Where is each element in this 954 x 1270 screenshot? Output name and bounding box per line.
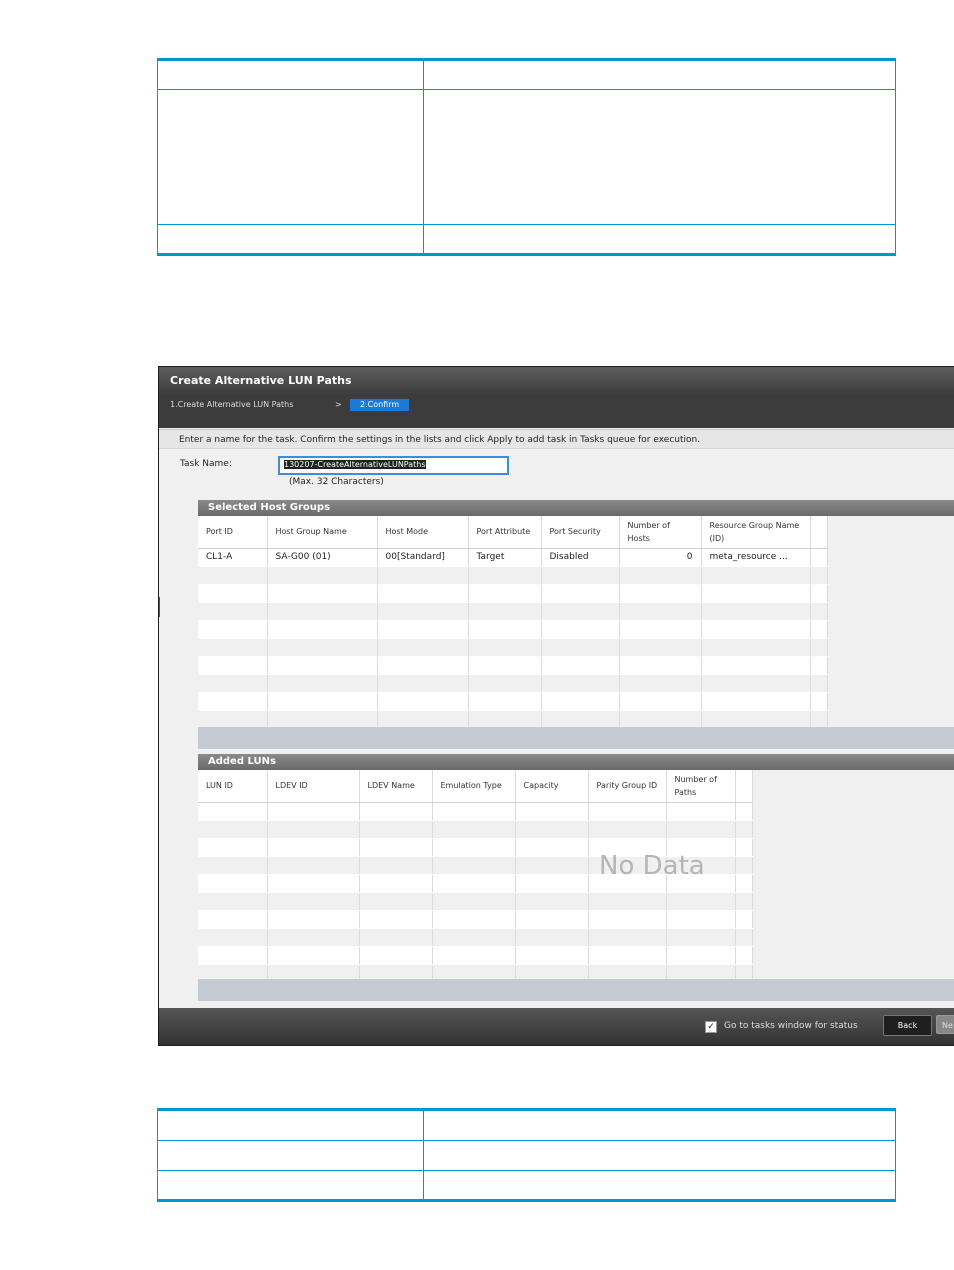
col-resource-group[interactable]: Resource Group Name (ID) [701, 516, 811, 549]
doc-table-cell [423, 1108, 896, 1141]
cell-host-mode: 00[Standard] [377, 548, 469, 567]
table-row [198, 602, 828, 621]
doc-table-bottom [157, 1108, 896, 1202]
wizard-steps: 1.Create Alternative LUN Paths > 2.Confi… [159, 394, 954, 428]
no-data-text: No Data [599, 851, 705, 881]
table-row [198, 820, 753, 839]
col-emulation-type[interactable]: Emulation Type [432, 770, 516, 803]
table-row [198, 946, 753, 965]
col-parity-group-id[interactable]: Parity Group ID [588, 770, 667, 803]
next-button[interactable]: Ne [936, 1015, 954, 1034]
cell-number-of-hosts: 0 [619, 548, 702, 567]
table-row [198, 710, 828, 729]
added-luns-table-footer [198, 979, 954, 1001]
doc-table-cell [157, 224, 424, 256]
col-ldev-name[interactable]: LDEV Name [359, 770, 433, 803]
dialog-title: Create Alternative LUN Paths [159, 367, 954, 394]
table-row [198, 656, 828, 675]
selected-host-groups-table: Port ID Host Group Name Host Mode Port A… [198, 516, 828, 729]
table-row [198, 584, 828, 603]
task-name-hint: (Max. 32 Characters) [289, 477, 384, 487]
col-port-attribute[interactable]: Port Attribute [468, 516, 542, 549]
table-row [198, 566, 828, 585]
col-filler [810, 516, 828, 549]
cell-port-attribute: Target [468, 548, 542, 567]
selected-host-groups-header: Selected Host Groups [198, 500, 954, 516]
goto-tasks-label[interactable]: Go to tasks window for status [724, 1021, 858, 1031]
instruction-text: Enter a name for the task. Confirm the s… [159, 429, 954, 449]
table-row [198, 638, 828, 657]
col-filler [735, 770, 753, 803]
create-alt-lun-paths-dialog: Create Alternative LUN Paths 1.Create Al… [158, 366, 954, 1046]
col-port-security[interactable]: Port Security [541, 516, 620, 549]
wizard-step-separator: > [335, 400, 342, 409]
table-row [198, 674, 828, 693]
task-name-input[interactable]: 130207-CreateAlternativeLUNPaths [278, 456, 509, 475]
doc-table-cell [157, 89, 424, 225]
added-luns-header: Added LUNs [198, 754, 954, 770]
col-capacity[interactable]: Capacity [515, 770, 589, 803]
table-row [198, 802, 753, 821]
doc-table-cell [157, 58, 424, 90]
table-row [198, 910, 753, 929]
task-name-value: 130207-CreateAlternativeLUNPaths [284, 460, 426, 469]
col-number-of-hosts[interactable]: Number of Hosts [619, 516, 702, 549]
doc-table-cell [157, 1170, 424, 1202]
col-lun-id[interactable]: LUN ID [198, 770, 268, 803]
task-name-label: Task Name: [180, 459, 232, 469]
dialog-footer: ✓ Go to tasks window for status Back Ne [159, 1008, 954, 1045]
cell-host-group-name: SA-G00 (01) [267, 548, 378, 567]
wizard-step-create[interactable]: 1.Create Alternative LUN Paths [170, 399, 293, 411]
table-row [198, 892, 753, 911]
doc-table-cell [157, 1140, 424, 1171]
cell-filler [810, 548, 828, 567]
col-number-of-paths[interactable]: Number of Paths [666, 770, 736, 803]
window-edge-accent [159, 597, 160, 617]
cell-port-security: Disabled [541, 548, 620, 567]
doc-table-cell [157, 1108, 424, 1141]
wizard-step-confirm[interactable]: 2.Confirm [350, 399, 410, 411]
doc-table-cell [423, 89, 896, 225]
cell-resource-group: meta_resource ... [701, 548, 811, 567]
doc-table-cell [423, 1140, 896, 1171]
cell-port-id: CL1-A [198, 548, 268, 567]
col-port-id[interactable]: Port ID [198, 516, 268, 549]
table-row [198, 620, 828, 639]
back-button[interactable]: Back [883, 1015, 932, 1036]
host-groups-table-footer [198, 727, 954, 749]
table-row[interactable]: CL1-A SA-G00 (01) 00[Standard] Target Di… [198, 548, 828, 567]
goto-tasks-checkbox[interactable]: ✓ [705, 1021, 717, 1033]
col-host-group-name[interactable]: Host Group Name [267, 516, 378, 549]
doc-table-top [157, 58, 896, 256]
doc-table-cell [423, 58, 896, 90]
table-row [198, 928, 753, 947]
doc-table-cell [423, 224, 896, 256]
col-host-mode[interactable]: Host Mode [377, 516, 469, 549]
col-ldev-id[interactable]: LDEV ID [267, 770, 360, 803]
doc-table-cell [423, 1170, 896, 1202]
table-row [198, 692, 828, 711]
